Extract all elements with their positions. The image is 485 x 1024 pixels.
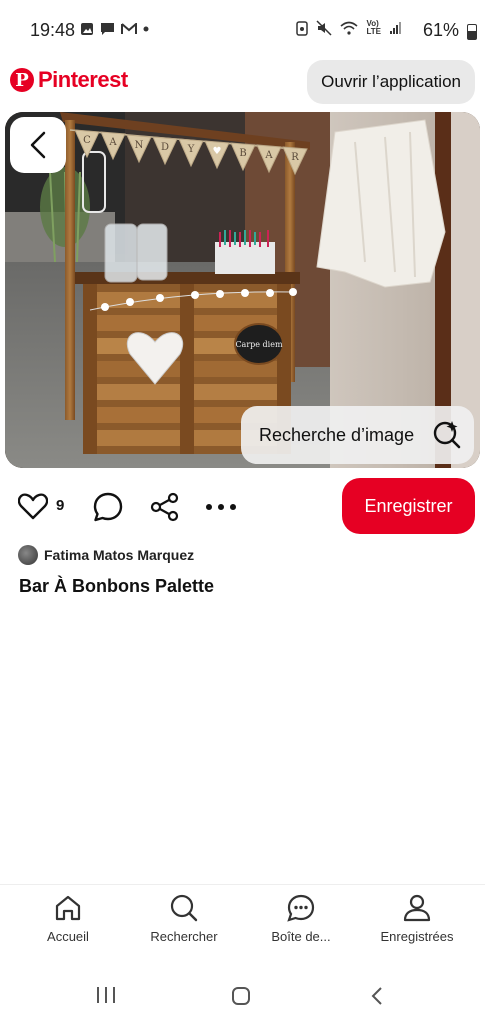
pin-author[interactable]: Fatima Matos Marquez bbox=[18, 545, 194, 565]
bottom-navigation: Accueil Rechercher Boîte de... Enregistr… bbox=[0, 884, 485, 967]
system-status-icons: Vo) LTE bbox=[296, 20, 403, 36]
more-options-icon[interactable] bbox=[205, 502, 237, 512]
chalkboard-text: Carpe diem bbox=[235, 340, 283, 349]
alarm-icon bbox=[296, 21, 309, 36]
nav-label-saved: Enregistrées bbox=[380, 929, 454, 944]
back-nav-icon[interactable] bbox=[370, 986, 384, 1006]
system-navigation-bar bbox=[0, 966, 485, 1024]
back-button[interactable] bbox=[10, 117, 66, 173]
pin-actions: 9 Enregistrer bbox=[0, 478, 485, 538]
nav-label-inbox: Boîte de... bbox=[271, 929, 331, 944]
pinterest-logo-icon: P bbox=[10, 68, 34, 92]
bunting-letter: N bbox=[135, 140, 144, 151]
gmail-icon bbox=[121, 23, 137, 34]
bunting-letter: D bbox=[161, 142, 169, 153]
signal-icon bbox=[390, 22, 401, 34]
logo-text: Pinterest bbox=[38, 67, 128, 92]
nav-item-search[interactable]: Rechercher bbox=[129, 893, 239, 944]
nav-label-search: Rechercher bbox=[150, 929, 218, 944]
image-search-button[interactable]: Recherche d’image bbox=[241, 406, 474, 464]
bunting-letter: A bbox=[108, 137, 117, 148]
avatar bbox=[18, 545, 38, 565]
bunting-letter: B bbox=[239, 148, 246, 159]
heart-icon[interactable] bbox=[18, 492, 48, 520]
share-icon[interactable] bbox=[150, 492, 180, 522]
nav-label-home: Accueil bbox=[47, 929, 89, 944]
gallery-icon bbox=[81, 23, 93, 35]
pin-title: Bar À Bonbons Palette bbox=[19, 576, 215, 596]
open-app-button[interactable]: Ouvrir l’application bbox=[307, 60, 475, 104]
network-label: Vo) LTE bbox=[366, 19, 381, 36]
mute-icon bbox=[316, 20, 333, 36]
home-button-icon[interactable] bbox=[231, 986, 251, 1006]
nav-item-inbox[interactable]: Boîte de... bbox=[246, 893, 356, 944]
home-icon bbox=[55, 895, 81, 921]
message-icon bbox=[101, 23, 114, 35]
battery-percent: 61% bbox=[422, 20, 459, 40]
app-header: P Pinterest Ouvrir l’application bbox=[0, 58, 485, 108]
recent-apps-icon[interactable] bbox=[96, 986, 116, 1004]
notification-icons bbox=[80, 22, 149, 36]
author-name: Fatima Matos Marquez bbox=[44, 547, 195, 563]
dot-icon bbox=[143, 26, 149, 32]
save-button[interactable]: Enregistrer bbox=[342, 478, 475, 534]
visual-search-icon bbox=[433, 421, 461, 449]
chat-icon bbox=[287, 894, 315, 922]
profile-icon bbox=[403, 894, 431, 922]
wifi-icon bbox=[340, 21, 359, 35]
search-icon bbox=[170, 894, 198, 922]
bunting-letter: C bbox=[83, 135, 91, 146]
bunting-letter: R bbox=[291, 152, 299, 163]
like-count: 9 bbox=[56, 497, 65, 514]
bunting-letter: Y bbox=[187, 144, 195, 155]
status-time: 19:48 bbox=[30, 20, 76, 40]
pinterest-logo[interactable]: P Pinterest bbox=[10, 67, 128, 93]
status-bar: 19:48 Vo) LTE 61% bbox=[0, 0, 485, 60]
chevron-left-icon bbox=[30, 131, 46, 159]
battery-icon bbox=[467, 24, 477, 40]
bunting-letter: ♥ bbox=[213, 146, 222, 157]
nav-item-saved[interactable]: Enregistrées bbox=[362, 893, 472, 944]
nav-item-home[interactable]: Accueil bbox=[13, 893, 123, 944]
bunting-letter: A bbox=[264, 150, 273, 161]
comment-icon[interactable] bbox=[93, 492, 123, 522]
